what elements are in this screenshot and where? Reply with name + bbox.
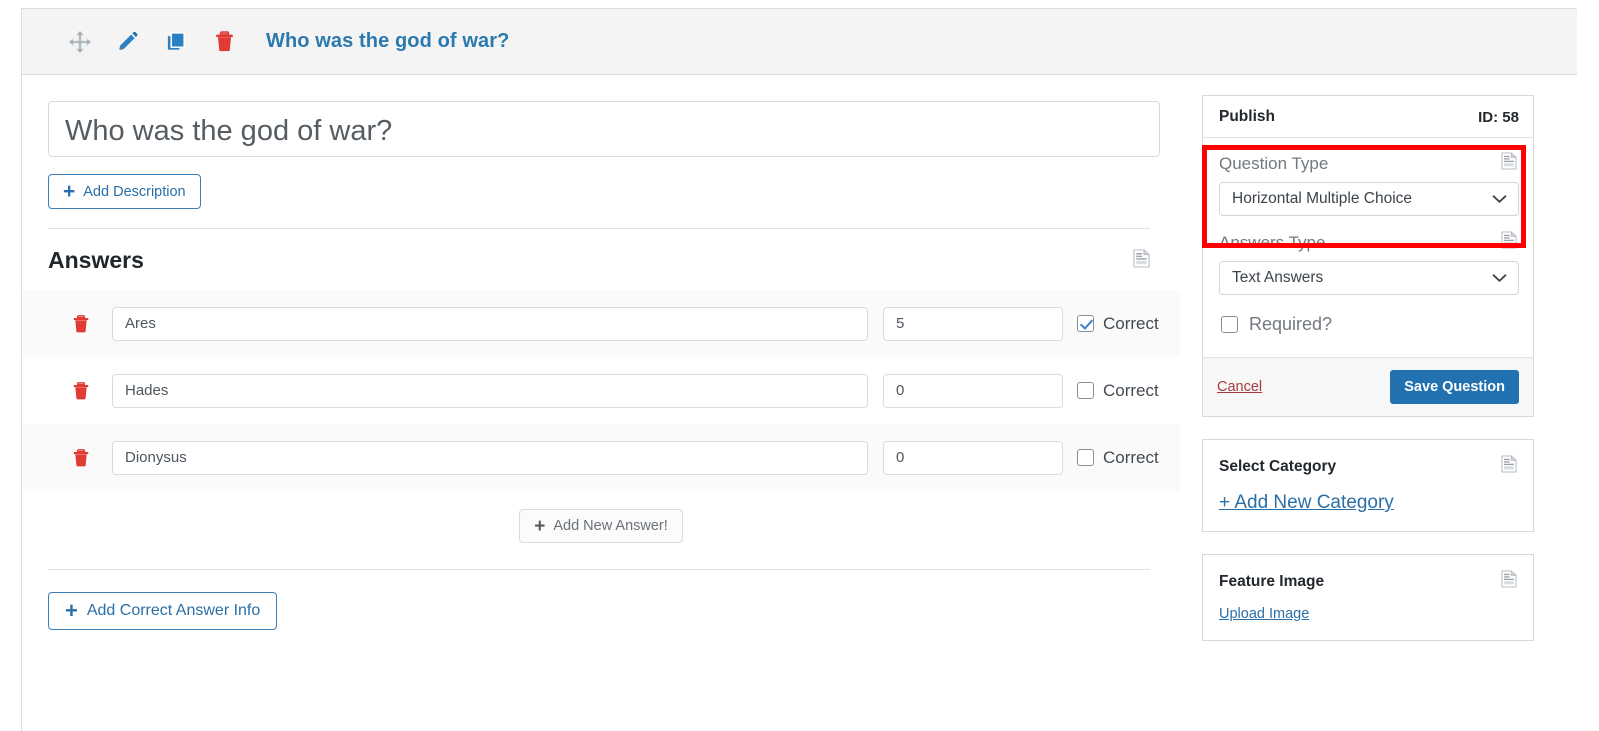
answers-list: Correct Correct (22, 290, 1180, 491)
save-question-button[interactable]: Save Question (1390, 370, 1519, 404)
correct-checkbox[interactable] (1077, 315, 1094, 332)
delete-answer-trash-icon[interactable] (68, 311, 94, 337)
add-description-button[interactable]: + Add Description (48, 174, 201, 209)
required-label: Required? (1249, 314, 1333, 334)
correct-checkbox-group: Correct (1077, 314, 1159, 334)
table-row: Correct (22, 357, 1180, 424)
correct-checkbox-group: Correct (1077, 448, 1159, 468)
answers-type-select[interactable]: Text Answers (1219, 261, 1519, 295)
correct-label: Correct (1103, 380, 1159, 400)
add-correct-answer-info-row: + Add Correct Answer Info (22, 570, 1180, 630)
sidebar: Publish ID: 58 Question Type Horizontal … (1180, 75, 1576, 663)
answer-text-input[interactable] (112, 440, 868, 475)
answer-score-input[interactable] (883, 440, 1063, 475)
cancel-link[interactable]: Cancel (1217, 379, 1262, 395)
add-answer-row: + Add New Answer! (22, 491, 1180, 543)
select-category-panel: Select Category + Add New Category (1202, 439, 1534, 532)
publish-panel-body: Question Type Horizontal Multiple Choice… (1203, 138, 1533, 357)
move-icon[interactable] (58, 25, 102, 59)
correct-checkbox-group: Correct (1077, 381, 1159, 401)
select-category-help-document-icon[interactable] (1501, 455, 1517, 478)
add-correct-answer-info-label: Add Correct Answer Info (86, 602, 261, 619)
correct-label: Correct (1103, 313, 1159, 333)
question-type-label-row: Question Type (1219, 152, 1517, 175)
main-column: + Add Description Answers (22, 75, 1180, 630)
required-checkbox[interactable] (1221, 316, 1238, 333)
question-toolbar: Who was the god of war? (22, 9, 1577, 75)
feature-image-title: Feature Image (1219, 572, 1325, 590)
publish-panel-footer: Cancel Save Question (1203, 357, 1533, 416)
question-title-section: + Add Description (22, 75, 1180, 209)
add-new-category-link[interactable]: + Add New Category (1219, 492, 1394, 513)
correct-checkbox[interactable] (1077, 382, 1094, 399)
question-type-label: Question Type (1219, 153, 1329, 173)
plus-icon: + (534, 515, 546, 537)
toolbar-question-title: Who was the god of war? (266, 30, 510, 52)
select-category-body: Select Category + Add New Category (1203, 440, 1533, 531)
plus-icon: + (63, 180, 76, 203)
duplicate-icon[interactable] (154, 25, 198, 59)
correct-checkbox[interactable] (1077, 449, 1094, 466)
answers-help-document-icon[interactable] (1133, 248, 1150, 273)
edit-pencil-icon[interactable] (106, 25, 150, 59)
question-type-help-document-icon[interactable] (1501, 152, 1517, 175)
question-type-value: Horizontal Multiple Choice (1232, 190, 1413, 207)
add-new-answer-label: Add New Answer! (553, 518, 668, 534)
feature-image-help-document-icon[interactable] (1501, 570, 1517, 593)
select-category-title: Select Category (1219, 457, 1337, 475)
upload-image-link[interactable]: Upload Image (1219, 606, 1309, 622)
question-id-label: ID: 58 (1478, 108, 1519, 126)
answers-type-label-row: Answers Type (1219, 231, 1517, 254)
required-row: Required? (1219, 310, 1517, 353)
answer-score-input[interactable] (883, 306, 1063, 341)
answers-type-value: Text Answers (1232, 269, 1324, 286)
add-correct-answer-info-button[interactable]: + Add Correct Answer Info (48, 592, 278, 630)
answers-type-label: Answers Type (1219, 232, 1326, 252)
delete-trash-icon[interactable] (202, 25, 246, 59)
answer-text-input[interactable] (112, 306, 868, 341)
publish-title: Publish (1219, 108, 1275, 125)
editor-body: + Add Description Answers (22, 75, 1577, 663)
answers-header: Answers (22, 229, 1180, 274)
feature-image-header: Feature Image (1219, 570, 1517, 593)
answer-text-input[interactable] (112, 373, 868, 408)
correct-label: Correct (1103, 447, 1159, 467)
delete-answer-trash-icon[interactable] (68, 445, 94, 471)
feature-image-panel: Feature Image Upload Image (1202, 554, 1534, 641)
publish-panel-header: Publish ID: 58 (1203, 96, 1533, 138)
question-title-input[interactable] (48, 101, 1160, 157)
question-editor-app: Who was the god of war? + Add Descriptio… (21, 8, 1577, 731)
plus-icon: + (65, 598, 78, 623)
answer-score-input[interactable] (883, 373, 1063, 408)
table-row: Correct (22, 424, 1180, 491)
answers-heading: Answers (48, 247, 144, 273)
question-type-select[interactable]: Horizontal Multiple Choice (1219, 182, 1519, 216)
add-new-answer-button[interactable]: + Add New Answer! (519, 509, 683, 543)
delete-answer-trash-icon[interactable] (68, 378, 94, 404)
table-row: Correct (22, 290, 1180, 357)
select-category-header: Select Category (1219, 455, 1517, 478)
chevron-down-icon (1492, 272, 1507, 285)
chevron-down-icon (1492, 193, 1507, 206)
feature-image-body: Feature Image Upload Image (1203, 555, 1533, 640)
answers-type-help-document-icon[interactable] (1501, 231, 1517, 254)
publish-panel: Publish ID: 58 Question Type Horizontal … (1202, 95, 1534, 417)
add-description-label: Add Description (83, 183, 186, 200)
